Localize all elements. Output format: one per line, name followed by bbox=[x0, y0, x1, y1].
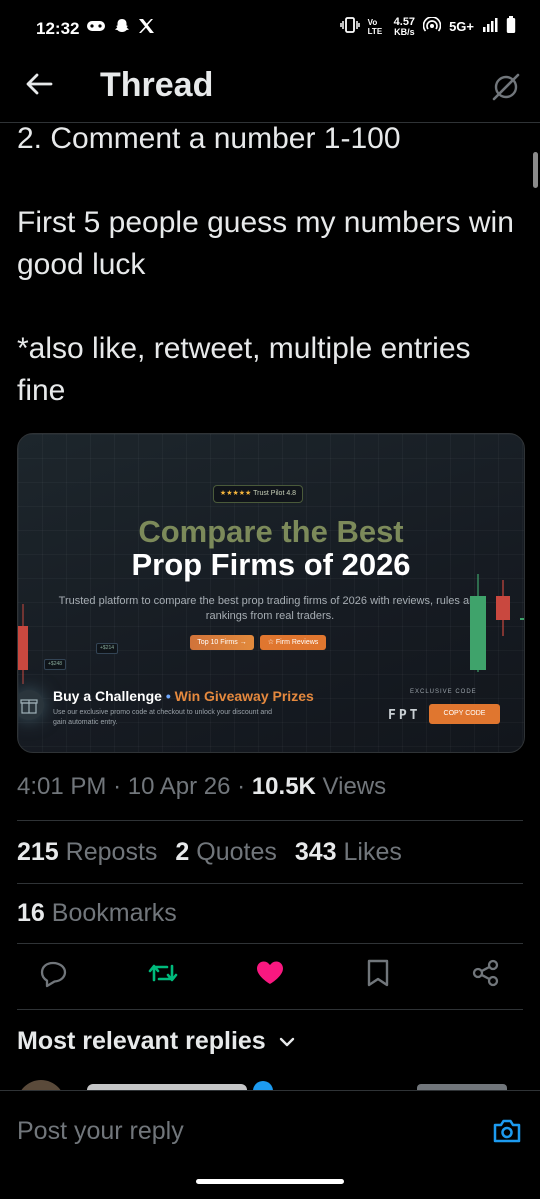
top-firms-button: Top 10 Firms → bbox=[190, 635, 254, 650]
grok-button[interactable] bbox=[490, 70, 522, 107]
network-type-label: Vo LTE bbox=[367, 17, 383, 36]
divider bbox=[17, 943, 523, 944]
bookmark-button[interactable] bbox=[365, 958, 391, 993]
firm-reviews-button: ☆ Firm Reviews bbox=[260, 635, 326, 650]
hotspot-icon bbox=[422, 16, 442, 36]
tweet-media-card[interactable]: ★★★★★ Trust Pilot 4.8 Compare the Best P… bbox=[17, 433, 525, 753]
gift-icon bbox=[18, 690, 44, 720]
quotes-stat[interactable]: 2 Quotes bbox=[175, 838, 276, 867]
profit-tag: +$248 bbox=[44, 659, 67, 670]
share-icon bbox=[472, 959, 499, 987]
reply-button[interactable] bbox=[40, 958, 68, 993]
like-icon bbox=[257, 961, 283, 984]
back-arrow-icon bbox=[26, 73, 53, 95]
x-logo-icon bbox=[138, 18, 155, 39]
back-button[interactable] bbox=[24, 72, 54, 101]
reply-composer[interactable]: Post your reply bbox=[0, 1090, 540, 1171]
candlestick-decoration bbox=[470, 574, 524, 672]
network-speed-unit: KB/s bbox=[394, 26, 415, 37]
bookmark-icon bbox=[367, 959, 389, 987]
retweet-button[interactable] bbox=[147, 958, 179, 993]
reply-sort-label: Most relevant replies bbox=[17, 1027, 266, 1055]
camera-icon bbox=[493, 1119, 521, 1143]
tweet-date: 10 Apr 26 bbox=[127, 773, 231, 800]
camera-button[interactable] bbox=[492, 1117, 522, 1150]
divider bbox=[17, 883, 523, 884]
snapchat-icon bbox=[114, 18, 130, 39]
scrollbar[interactable] bbox=[533, 152, 538, 188]
views-count: 10.5K bbox=[251, 773, 316, 800]
challenge-description: Use our exclusive promo code at checkout… bbox=[53, 709, 273, 726]
verified-badge-icon bbox=[253, 1081, 273, 1090]
battery-icon bbox=[506, 16, 516, 37]
page-title: Thread bbox=[100, 66, 214, 104]
views-label: Views bbox=[322, 773, 387, 800]
divider bbox=[17, 820, 523, 821]
divider bbox=[17, 1009, 523, 1010]
action-bar bbox=[0, 958, 540, 996]
status-bar: 12:32 Vo LTE 4.57 KB/s 5G+ bbox=[0, 0, 540, 60]
rating-stars: ★★★★★ bbox=[219, 490, 252, 497]
grok-icon bbox=[492, 73, 520, 101]
tweet-metadata: 4:01 PM · 10 Apr 26 · 10.5K Views bbox=[17, 773, 387, 800]
network-speed-value: 4.57 bbox=[393, 15, 416, 28]
reply-input[interactable]: Post your reply bbox=[17, 1117, 184, 1146]
avatar bbox=[17, 1080, 65, 1090]
media-title-line1: Compare the Best bbox=[138, 514, 404, 549]
status-time: 12:32 bbox=[36, 19, 80, 38]
reposts-stat[interactable]: 215 Reposts bbox=[17, 838, 157, 867]
reply-icon bbox=[40, 961, 67, 988]
chevron-down-icon bbox=[279, 1037, 294, 1047]
share-button[interactable] bbox=[471, 958, 501, 993]
vibrate-icon bbox=[339, 17, 360, 36]
copy-code-button: COPY CODE bbox=[429, 704, 500, 724]
like-button[interactable] bbox=[255, 958, 285, 993]
candlestick-decoration bbox=[18, 604, 28, 684]
tweet-text: 2. Comment a number 1-100 First 5 people… bbox=[17, 122, 514, 407]
trust-pilot-label: Trust Pilot 4.8 bbox=[253, 490, 297, 497]
reply-sort-dropdown[interactable]: Most relevant replies bbox=[17, 1027, 297, 1056]
engagement-stats: 215 Reposts 2 Quotes 343 Likes bbox=[17, 838, 402, 867]
media-title-line2: Prop Firms of 2026 bbox=[131, 547, 411, 582]
signal-strength-icon bbox=[482, 17, 498, 36]
buy-challenge-label: Buy a Challenge bbox=[53, 688, 162, 704]
bookmarks-stat[interactable]: 16 Bookmarks bbox=[17, 899, 177, 928]
game-controller-icon bbox=[86, 19, 106, 38]
thread-header: Thread bbox=[0, 60, 540, 123]
signal-type-label: 5G+ bbox=[449, 19, 474, 34]
exclusive-code-label: EXCLUSIVE CODE bbox=[410, 689, 477, 695]
tweet-time: 4:01 PM bbox=[17, 773, 107, 800]
trust-pilot-badge: ★★★★★ Trust Pilot 4.8 bbox=[213, 485, 303, 503]
promo-code: FPT bbox=[388, 708, 421, 723]
likes-stat[interactable]: 343 Likes bbox=[295, 838, 402, 867]
retweet-icon bbox=[148, 964, 178, 982]
reply-preview bbox=[17, 1078, 523, 1090]
giveaway-label: Win Giveaway Prizes bbox=[174, 688, 314, 704]
home-indicator[interactable] bbox=[196, 1179, 344, 1184]
profit-tag: +$214 bbox=[96, 643, 119, 654]
media-subtitle: Trusted platform to compare the best pro… bbox=[58, 595, 482, 622]
